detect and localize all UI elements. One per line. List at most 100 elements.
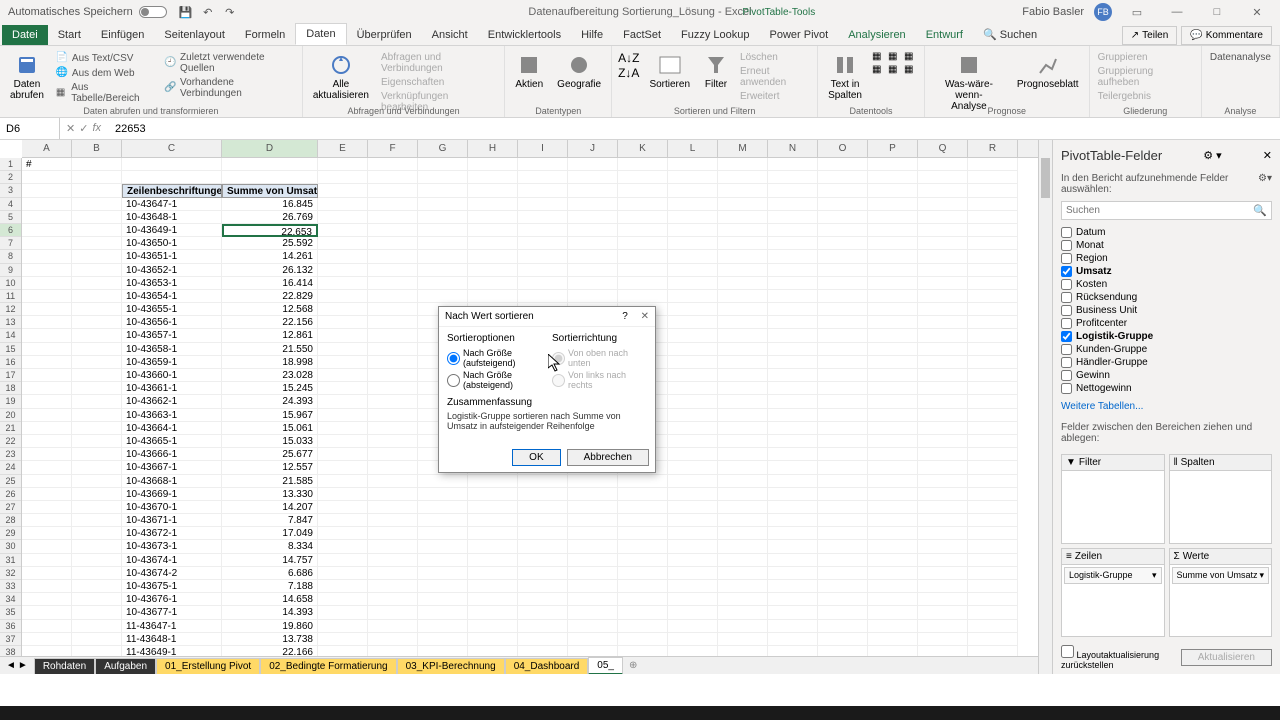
cell[interactable] (868, 435, 918, 448)
cell[interactable] (668, 237, 718, 250)
cell[interactable] (568, 580, 618, 593)
cell[interactable] (718, 593, 768, 606)
row-header[interactable]: 24 (0, 461, 21, 474)
row-header[interactable]: 16 (0, 356, 21, 369)
cell[interactable] (668, 540, 718, 553)
cell[interactable]: 10-43665-1 (122, 435, 222, 448)
vertical-scrollbar[interactable] (1038, 158, 1052, 656)
cell[interactable] (318, 224, 368, 237)
cell[interactable] (468, 580, 518, 593)
cell[interactable] (668, 633, 718, 646)
cell[interactable] (818, 580, 868, 593)
cell[interactable] (768, 475, 818, 488)
row-header[interactable]: 34 (0, 593, 21, 606)
row-header[interactable]: 1 (0, 158, 21, 171)
cell[interactable] (868, 593, 918, 606)
cell[interactable] (368, 237, 418, 250)
cell[interactable] (518, 580, 568, 593)
cell[interactable]: 26.769 (222, 211, 318, 224)
cell[interactable] (618, 184, 668, 197)
cell[interactable] (418, 633, 468, 646)
cell[interactable] (468, 514, 518, 527)
cell[interactable] (468, 501, 518, 514)
cancel-button[interactable]: Abbrechen (567, 449, 649, 466)
cell[interactable] (518, 567, 568, 580)
cell[interactable] (518, 514, 568, 527)
cell[interactable] (618, 277, 668, 290)
sheet-nav-next-icon[interactable]: ► (18, 660, 28, 671)
cell[interactable] (868, 606, 918, 619)
cell[interactable] (818, 356, 868, 369)
cell[interactable] (768, 514, 818, 527)
cell[interactable]: 15.033 (222, 435, 318, 448)
cell[interactable] (868, 620, 918, 633)
from-csv[interactable]: 📄Aus Text/CSV (54, 51, 156, 65)
field-kunden-gruppe[interactable]: Kunden-Gruppe (1061, 343, 1272, 356)
cell[interactable] (318, 514, 368, 527)
fx-icon[interactable]: fx (92, 122, 101, 135)
field-business unit[interactable]: Business Unit (1061, 304, 1272, 317)
cell[interactable] (918, 620, 968, 633)
cell[interactable] (22, 606, 72, 619)
cell[interactable] (318, 633, 368, 646)
cell[interactable] (568, 514, 618, 527)
cell[interactable] (818, 329, 868, 342)
cell[interactable] (868, 448, 918, 461)
cell[interactable] (968, 198, 1018, 211)
cell[interactable] (468, 171, 518, 184)
cell[interactable] (468, 264, 518, 277)
cell[interactable] (868, 264, 918, 277)
cell[interactable] (618, 198, 668, 211)
cell[interactable] (618, 264, 668, 277)
cell[interactable] (418, 501, 468, 514)
cell[interactable] (818, 435, 868, 448)
tab-fuzzy[interactable]: Fuzzy Lookup (671, 25, 759, 45)
cell[interactable] (418, 237, 468, 250)
cell[interactable] (968, 475, 1018, 488)
consolidate-icon[interactable]: ▦ (872, 64, 886, 75)
cell[interactable] (518, 606, 568, 619)
cell[interactable] (668, 224, 718, 237)
cell[interactable] (868, 382, 918, 395)
cell[interactable] (618, 475, 668, 488)
cell[interactable] (568, 567, 618, 580)
cell[interactable] (868, 461, 918, 474)
cell[interactable] (518, 171, 568, 184)
cell[interactable] (418, 290, 468, 303)
cell[interactable] (968, 171, 1018, 184)
cell[interactable] (368, 633, 418, 646)
cell[interactable] (618, 290, 668, 303)
cell[interactable] (22, 316, 72, 329)
cell[interactable] (72, 461, 122, 474)
cell[interactable] (768, 501, 818, 514)
cell[interactable] (918, 527, 968, 540)
cell[interactable] (518, 277, 568, 290)
cell[interactable] (368, 567, 418, 580)
cell[interactable] (868, 554, 918, 567)
cell[interactable] (818, 514, 868, 527)
cell[interactable]: 13.738 (222, 633, 318, 646)
cell[interactable] (568, 633, 618, 646)
cell[interactable] (618, 250, 668, 263)
cell[interactable] (318, 554, 368, 567)
cell[interactable] (868, 475, 918, 488)
cell[interactable] (668, 264, 718, 277)
cell[interactable] (22, 580, 72, 593)
cell[interactable] (568, 211, 618, 224)
cell[interactable] (318, 356, 368, 369)
cell[interactable] (818, 461, 868, 474)
col-header-P[interactable]: P (868, 140, 918, 157)
cell[interactable] (618, 158, 668, 171)
cell[interactable] (918, 198, 968, 211)
cell[interactable] (222, 158, 318, 171)
col-header-A[interactable]: A (22, 140, 72, 157)
cell[interactable]: 7.847 (222, 514, 318, 527)
tab-review[interactable]: Überprüfen (347, 25, 422, 45)
cell[interactable] (22, 620, 72, 633)
cell[interactable] (718, 290, 768, 303)
row-header[interactable]: 12 (0, 303, 21, 316)
remove-dup-icon[interactable]: ▦ (888, 51, 902, 62)
field-umsatz[interactable]: Umsatz (1061, 265, 1272, 278)
cell[interactable] (22, 554, 72, 567)
cell[interactable] (22, 171, 72, 184)
